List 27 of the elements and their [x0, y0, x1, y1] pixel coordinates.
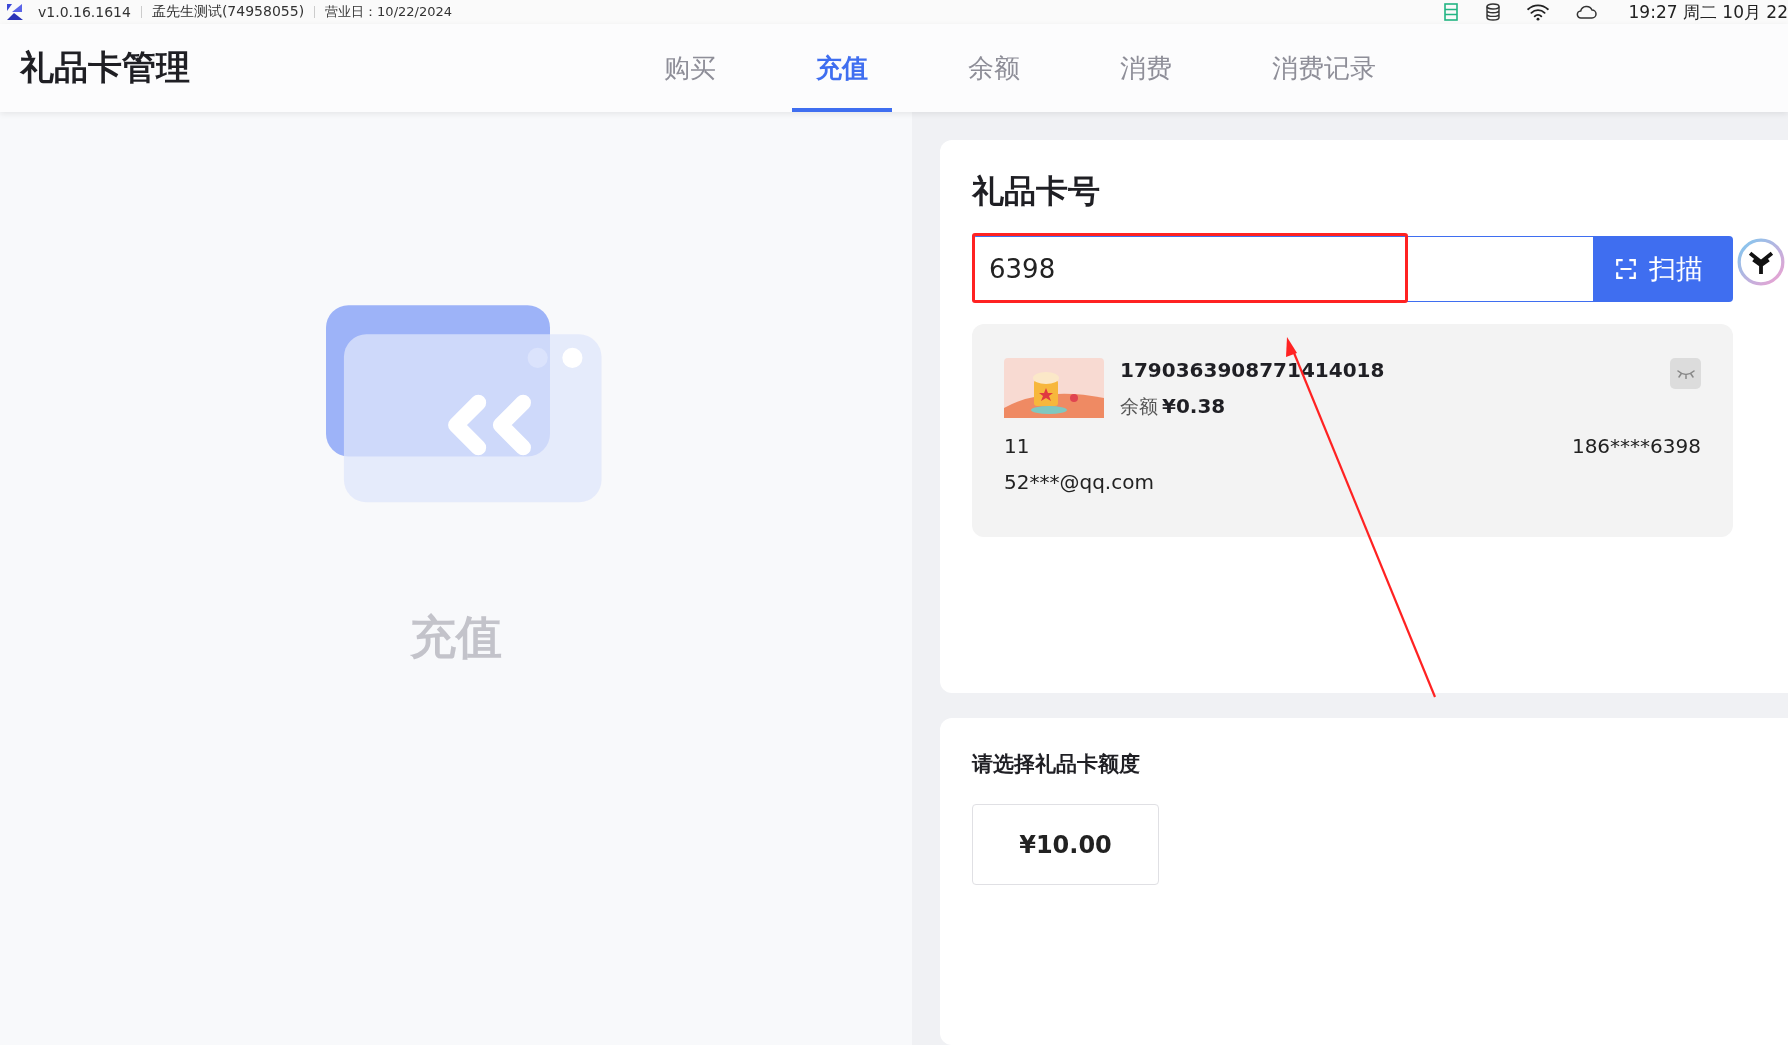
- hide-toggle-button[interactable]: [1670, 358, 1701, 389]
- scan-button[interactable]: 扫描: [1593, 236, 1733, 302]
- balance-value: ¥0.38: [1162, 394, 1226, 418]
- amount-option[interactable]: ¥10.00: [972, 804, 1159, 885]
- card-number-field[interactable]: 6398: [972, 236, 1593, 302]
- card-holder: 11: [1004, 434, 1030, 458]
- business-day: 营业日：10/22/2024: [325, 3, 453, 21]
- balance-label: 余额: [1120, 394, 1158, 419]
- email-address: 52***@qq.com: [1004, 470, 1155, 494]
- page-title: 礼品卡管理: [20, 46, 191, 89]
- nav-tab[interactable]: 余额: [944, 24, 1044, 112]
- nav-tab[interactable]: 消费: [1096, 24, 1196, 112]
- clock: 19:27 周二 10月 22: [1628, 0, 1788, 24]
- cloud-icon[interactable]: [1574, 3, 1597, 21]
- phone-number: 186****6398: [1571, 434, 1701, 458]
- wifi-icon[interactable]: [1526, 3, 1549, 21]
- store-name: 孟先生测试(74958055): [151, 3, 305, 21]
- circle-logo-icon[interactable]: [1737, 238, 1785, 286]
- app-version: v1.0.16.1614: [38, 4, 131, 20]
- scan-icon: [1615, 258, 1637, 280]
- nav-tab[interactable]: 购买: [640, 24, 740, 112]
- section-title: 请选择礼品卡额度: [972, 751, 1141, 778]
- closed-eye-icon: [1675, 368, 1696, 379]
- app-logo-icon: [6, 3, 24, 21]
- section-title: 礼品卡号: [972, 171, 1101, 212]
- database-icon[interactable]: [1484, 3, 1501, 21]
- nav-tab[interactable]: 消费记录: [1248, 24, 1400, 112]
